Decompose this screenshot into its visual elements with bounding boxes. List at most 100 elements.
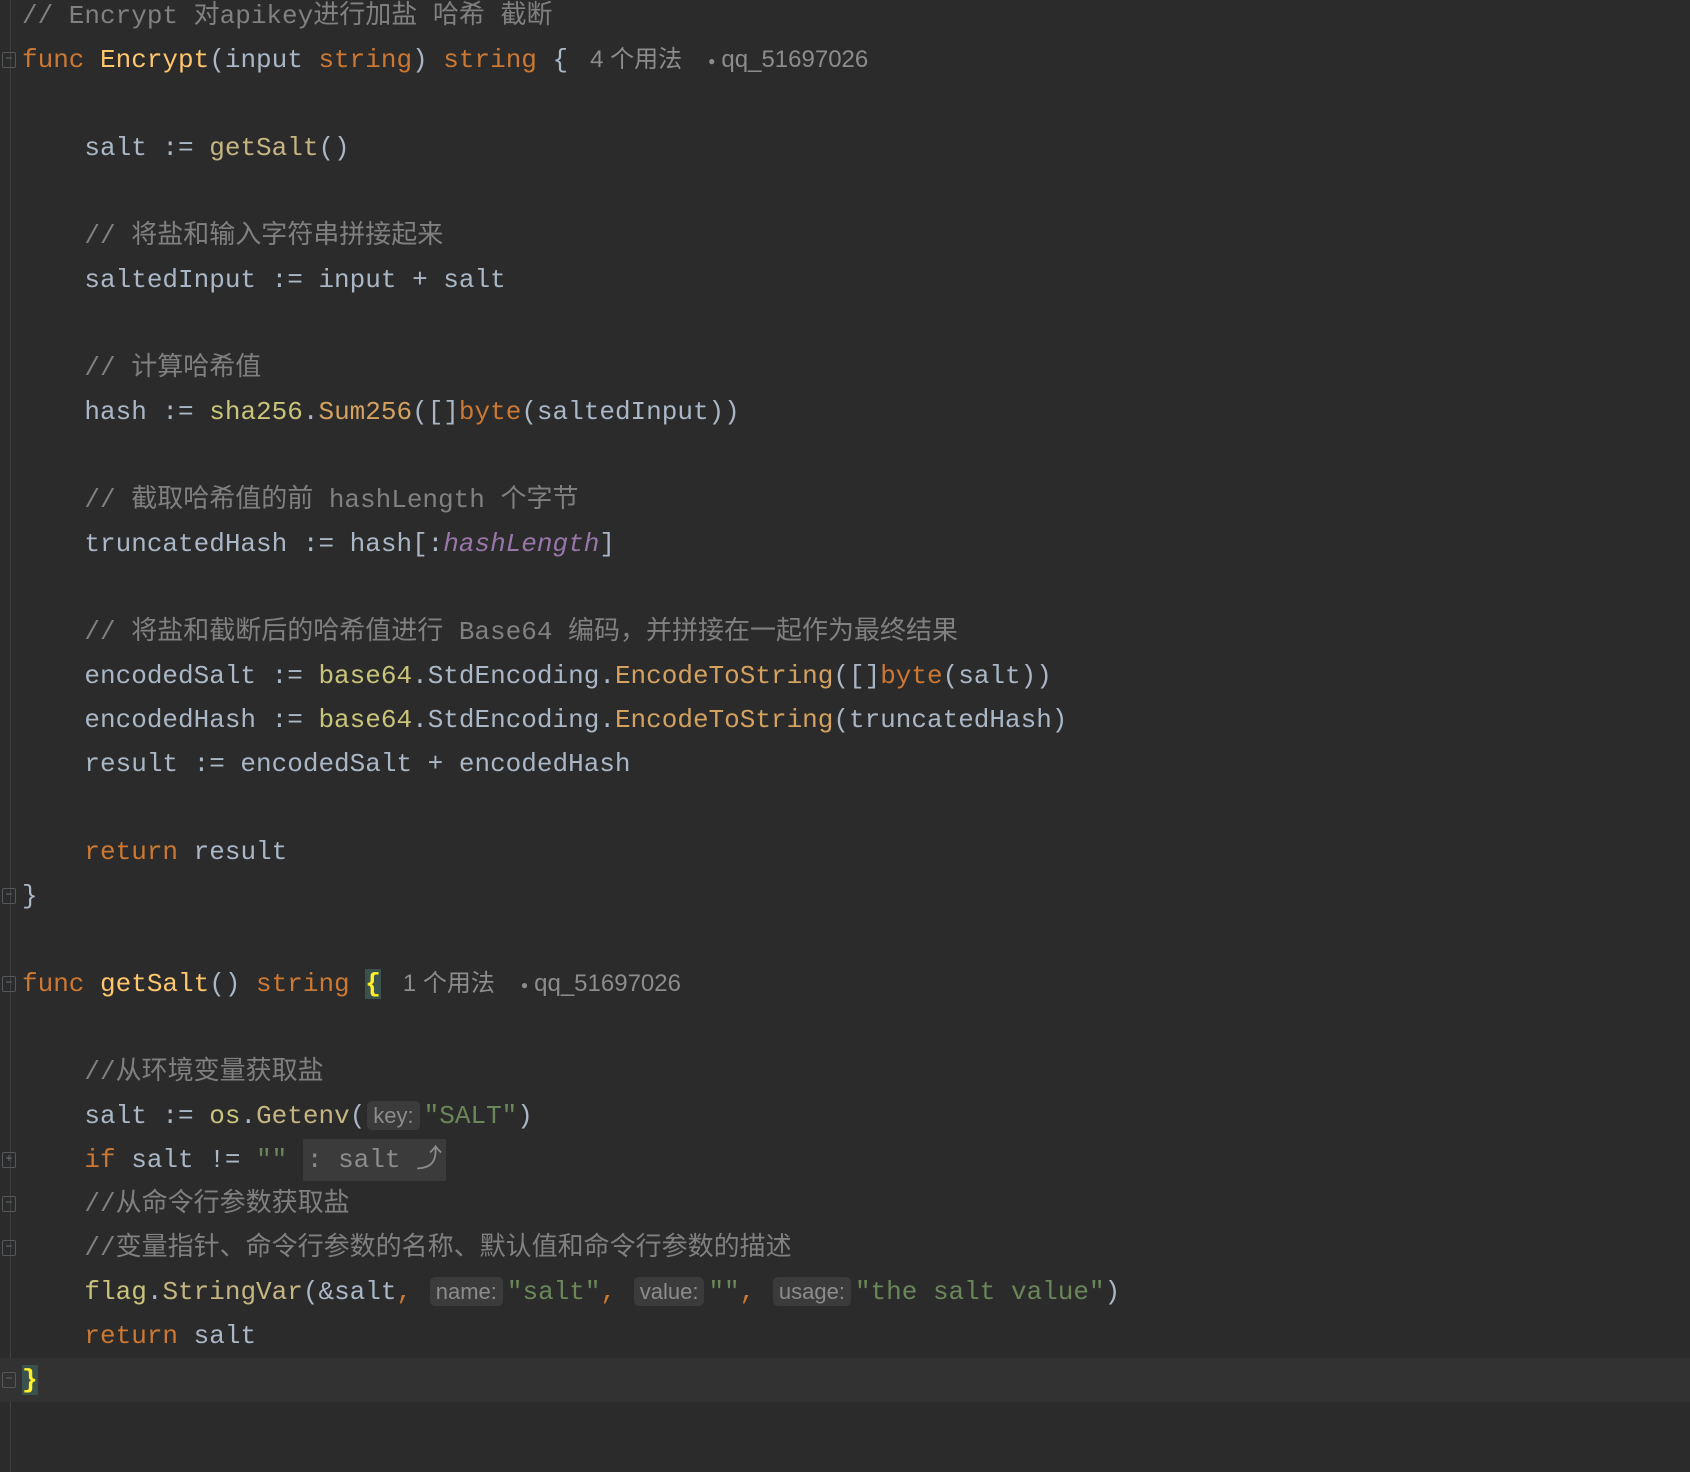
code-text: (saltedInput)): [521, 397, 740, 427]
code-text: (truncatedHash): [833, 705, 1068, 735]
code-text: .: [146, 1277, 163, 1307]
code-line[interactable]: salt := getSalt(): [0, 126, 1690, 170]
code-line[interactable]: flag.StringVar(&salt, name: "salt", value…: [0, 1270, 1690, 1314]
fold-collapse-icon[interactable]: −: [2, 976, 16, 992]
code-text: ([]: [833, 661, 881, 691]
code-line[interactable]: −}: [0, 874, 1690, 918]
code-line[interactable]: salt := os.Getenv(key: "SALT"): [0, 1094, 1690, 1138]
code-line[interactable]: // Encrypt 对apikey进行加盐 哈希 截断: [0, 0, 1690, 38]
comment: // 截取哈希值的前 hashLength 个字节: [22, 485, 579, 515]
function-name: Encrypt: [100, 45, 210, 75]
code-line[interactable]: − func Encrypt(input string) string {4 个用…: [0, 38, 1690, 82]
code-line[interactable]: // 计算哈希值: [0, 346, 1690, 390]
package-name: base64: [318, 705, 413, 735]
comment: //从环境变量获取盐: [22, 1057, 324, 1087]
code-text: StdEncoding: [427, 661, 600, 691]
comment: //变量指针、命令行参数的名称、默认值和命令行参数的描述: [22, 1233, 792, 1263]
code-line[interactable]: [0, 786, 1690, 830]
method-name: Sum256: [318, 397, 413, 427]
code-line[interactable]: truncatedHash := hash[:hashLength]: [0, 522, 1690, 566]
code-line[interactable]: [0, 302, 1690, 346]
string-literal: "salt": [506, 1277, 601, 1307]
code-line[interactable]: − //从命令行参数获取盐: [0, 1182, 1690, 1226]
author-hint[interactable]: qq_51697026: [521, 970, 681, 997]
keyword: string: [318, 45, 413, 75]
keyword: return: [22, 1321, 179, 1351]
string-literal: "": [256, 1145, 303, 1175]
function-call: StringVar: [162, 1277, 303, 1307]
code-text: .: [302, 397, 319, 427]
code-line[interactable]: return salt: [0, 1314, 1690, 1358]
matched-brace: {: [365, 969, 381, 999]
code-line[interactable]: [0, 1006, 1690, 1050]
code-line[interactable]: result := encodedSalt + encodedHash: [0, 742, 1690, 786]
code-line[interactable]: − //变量指针、命令行参数的名称、默认值和命令行参数的描述: [0, 1226, 1690, 1270]
keyword: func: [22, 969, 101, 999]
code-text: hash :=: [22, 397, 210, 427]
keyword: string: [256, 969, 366, 999]
code-text: salt :=: [22, 133, 210, 163]
fold-collapse-icon[interactable]: −: [2, 1196, 16, 1212]
code-line[interactable]: −}: [0, 1358, 1690, 1402]
code-text: (: [349, 1101, 366, 1131]
code-line[interactable]: [0, 82, 1690, 126]
fold-end-icon[interactable]: −: [2, 888, 16, 904]
usage-count[interactable]: 1 个用法: [403, 970, 495, 997]
code-text: salt :=: [22, 1101, 210, 1131]
code-line[interactable]: return result: [0, 830, 1690, 874]
keyword: func: [22, 45, 101, 75]
code-text: .: [599, 661, 615, 691]
code-line[interactable]: // 将盐和截断后的哈希值进行 Base64 编码，并拼接在一起作为最终结果: [0, 610, 1690, 654]
fold-expand-icon[interactable]: +: [2, 1152, 16, 1168]
code-line[interactable]: encodedSalt := base64.StdEncoding.Encode…: [0, 654, 1690, 698]
code-line[interactable]: [0, 566, 1690, 610]
keyword: if: [22, 1145, 116, 1175]
parameter-hint: key:: [367, 1101, 420, 1130]
keyword: ,: [396, 1277, 428, 1307]
code-text: .: [599, 705, 615, 735]
code-text: (): [318, 133, 350, 163]
code-text: (input: [209, 45, 319, 75]
code-text: saltedInput := input + salt: [22, 265, 506, 295]
code-text: ): [412, 45, 444, 75]
code-text: (): [209, 969, 257, 999]
keyword: string: [443, 45, 537, 75]
comment: // 将盐和输入字符串拼接起来: [22, 221, 444, 251]
code-text: StdEncoding: [427, 705, 600, 735]
code-line[interactable]: [0, 170, 1690, 214]
code-text: .: [240, 1101, 257, 1131]
code-line[interactable]: // 截取哈希值的前 hashLength 个字节: [0, 478, 1690, 522]
code-line[interactable]: hash := sha256.Sum256([]byte(saltedInput…: [0, 390, 1690, 434]
keyword: ,: [600, 1277, 632, 1307]
fold-end-icon[interactable]: −: [2, 1240, 16, 1256]
code-line[interactable]: + if salt != "" : salt ⤴: [0, 1138, 1690, 1182]
parameter-hint: value:: [633, 1277, 705, 1306]
code-line[interactable]: [0, 918, 1690, 962]
code-line[interactable]: //从环境变量获取盐: [0, 1050, 1690, 1094]
package-name: base64: [318, 661, 413, 691]
code-editor[interactable]: // Encrypt 对apikey进行加盐 哈希 截断 − func Encryp…: [0, 0, 1690, 1402]
package-name: sha256: [209, 397, 303, 427]
code-line[interactable]: −func getSalt() string {1 个用法 qq_51697026: [0, 962, 1690, 1006]
fold-end-icon[interactable]: −: [2, 1372, 16, 1388]
code-text: .: [412, 705, 428, 735]
code-line[interactable]: [0, 434, 1690, 478]
function-call: getSalt: [209, 133, 319, 163]
code-line[interactable]: encodedHash := base64.StdEncoding.Encode…: [0, 698, 1690, 742]
code-text: {: [536, 45, 569, 75]
code-text: .: [412, 661, 428, 691]
code-line[interactable]: saltedInput := input + salt: [0, 258, 1690, 302]
author-hint[interactable]: qq_51697026: [708, 46, 868, 73]
code-text: encodedHash :=: [22, 705, 319, 735]
package-name: flag: [22, 1277, 147, 1307]
code-text: salt: [178, 1321, 257, 1351]
parameter-hint: name:: [429, 1277, 503, 1306]
code-text: salt !=: [115, 1145, 257, 1175]
keyword: ,: [739, 1277, 771, 1307]
comment: //从命令行参数获取盐: [22, 1189, 350, 1219]
usage-count[interactable]: 4 个用法: [590, 46, 682, 73]
folded-region[interactable]: : salt ⤴: [302, 1139, 447, 1181]
code-text: result := encodedSalt + encodedHash: [22, 749, 631, 779]
code-line[interactable]: // 将盐和输入字符串拼接起来: [0, 214, 1690, 258]
fold-collapse-icon[interactable]: −: [2, 52, 16, 68]
